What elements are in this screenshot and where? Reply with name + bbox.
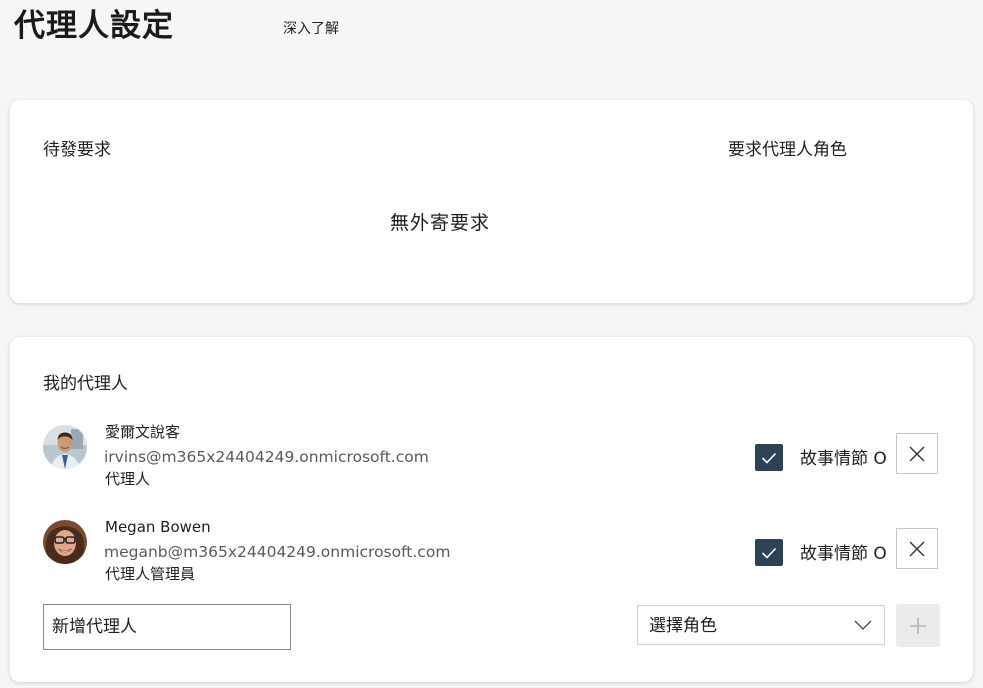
my-delegates-card: 我的代理人 愛爾文說客 irvins@m365x24404249.onmicro… [10, 337, 973, 682]
pending-requests-card: 待發要求 要求代理人角色 無外寄要求 [10, 100, 973, 303]
delegate-email: irvins@m365x24404249.onmicrosoft.com [104, 448, 429, 466]
delegate-permission-checkbox[interactable] [755, 444, 783, 471]
close-icon [909, 446, 925, 461]
my-delegates-label: 我的代理人 [43, 374, 128, 394]
remove-delegate-button[interactable] [896, 433, 938, 474]
delegate-email: meganb@m365x24404249.onmicrosoft.com [104, 543, 451, 561]
learn-more-link[interactable]: 深入了解 [283, 19, 339, 39]
pending-requests-label: 待發要求 [43, 140, 111, 160]
delegate-row: Megan Bowen meganb@m365x24404249.onmicro… [10, 515, 973, 593]
remove-delegate-button[interactable] [896, 528, 938, 569]
request-delegate-role-link[interactable]: 要求代理人角色 [728, 138, 847, 162]
add-delegate-button[interactable] [896, 604, 940, 647]
add-delegate-input[interactable] [43, 604, 291, 650]
delegate-permission-checkbox[interactable] [755, 539, 783, 566]
page-title: 代理人設定 [14, 8, 174, 44]
no-outgoing-requests-text: 無外寄要求 [389, 212, 490, 234]
avatar [43, 520, 87, 564]
chevron-down-icon [854, 620, 872, 630]
delegate-permission-label: 故事情節 O [800, 544, 887, 564]
plus-icon [910, 617, 926, 634]
role-select[interactable]: 選擇角色 [637, 605, 885, 645]
delegate-name: 愛爾文說客 [105, 423, 181, 441]
delegate-permission-label: 故事情節 O [800, 449, 887, 469]
delegate-row: 愛爾文說客 irvins@m365x24404249.onmicrosoft.c… [10, 420, 973, 498]
check-icon [761, 452, 777, 464]
delegate-role: 代理人 [105, 470, 151, 488]
delegate-role: 代理人管理員 [105, 565, 196, 583]
avatar [43, 425, 87, 469]
role-select-value: 選擇角色 [649, 616, 717, 636]
check-icon [761, 547, 777, 559]
close-icon [909, 541, 925, 556]
delegate-name: Megan Bowen [105, 518, 211, 536]
